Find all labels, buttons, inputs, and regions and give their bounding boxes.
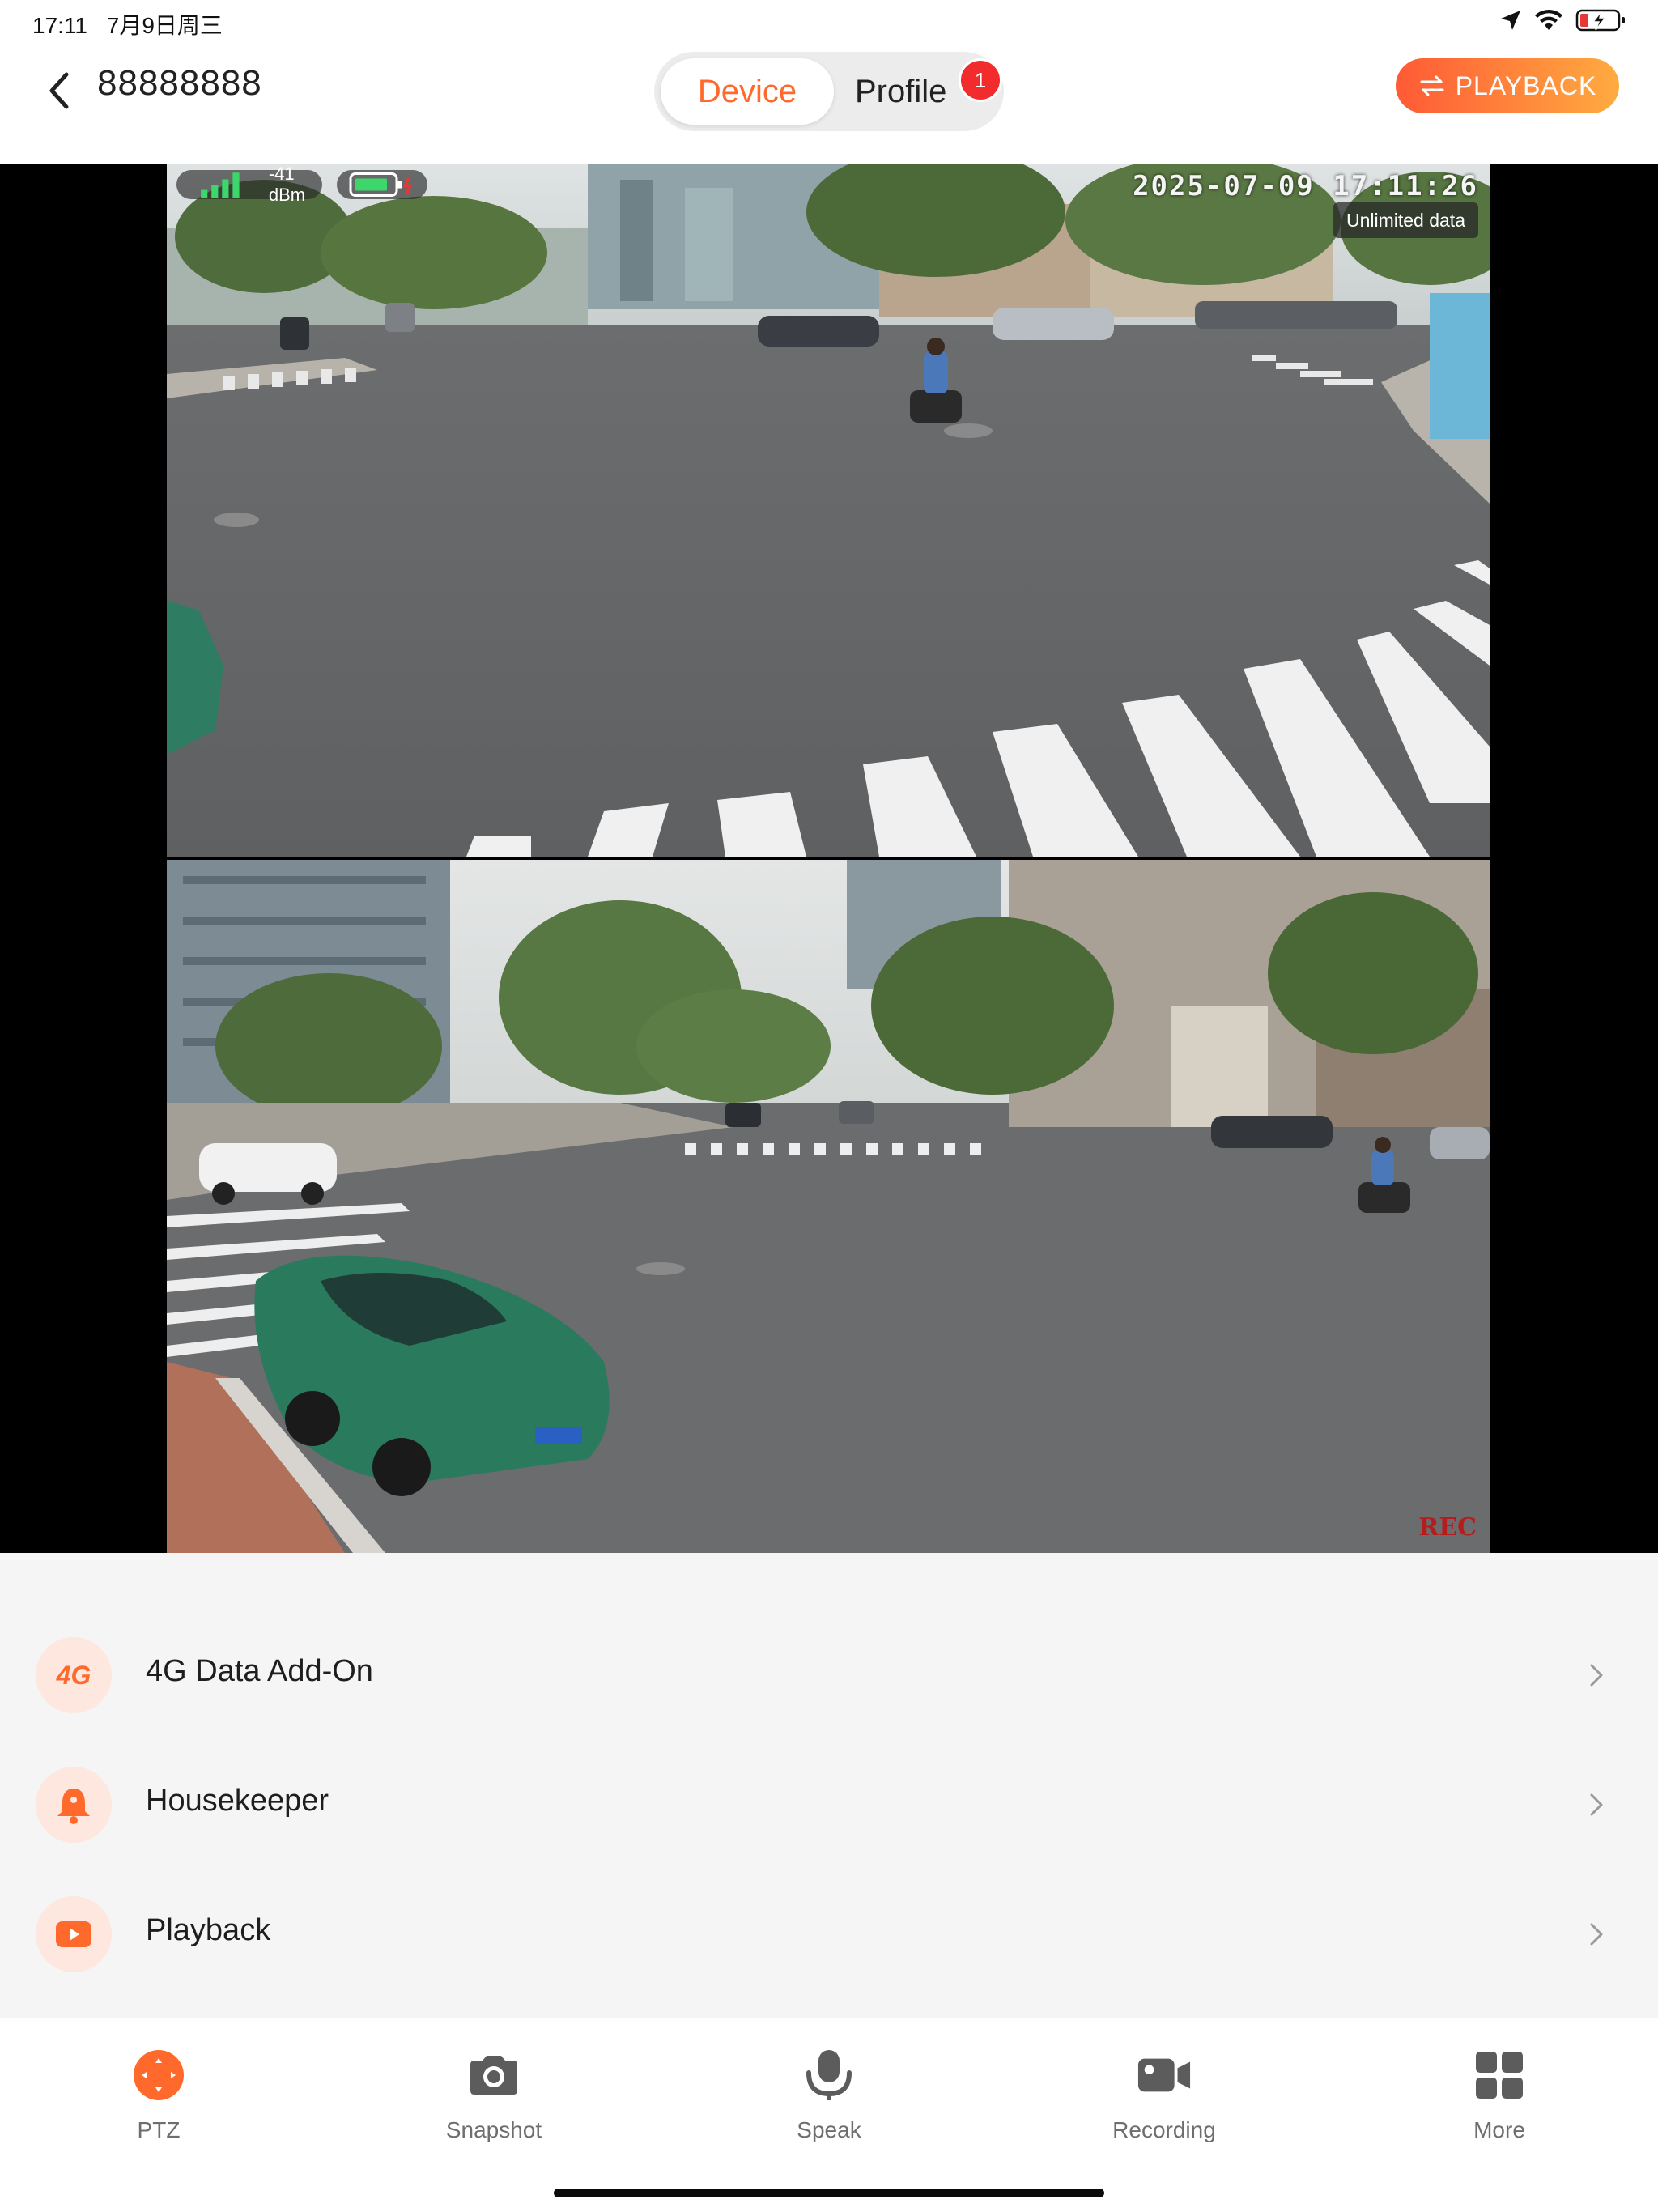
toolbar-label: PTZ bbox=[137, 2117, 181, 2142]
microphone-icon bbox=[801, 2048, 857, 2103]
profile-notification-badge: 1 bbox=[959, 58, 1002, 102]
toolbar-snapshot[interactable]: Snapshot bbox=[413, 2048, 575, 2169]
menu-item-housekeeper[interactable]: Housekeeper bbox=[0, 1740, 1658, 1870]
menu-item-label: 4G Data Add-On bbox=[146, 1654, 373, 1688]
live-video-area[interactable]: -41 dBm 2025-07-09 17:11:26 Unlimited da… bbox=[0, 164, 1658, 1553]
toolbar-label: Speak bbox=[797, 2117, 861, 2142]
bell-icon bbox=[36, 1767, 112, 1843]
menu-item-label: Playback bbox=[146, 1913, 271, 1947]
data-plan-badge: Unlimited data bbox=[1333, 202, 1478, 238]
camera-icon bbox=[466, 2048, 521, 2103]
device-name: 88888888 bbox=[97, 63, 262, 103]
toolbar-speak[interactable]: Speak bbox=[748, 2048, 910, 2169]
playback-button[interactable]: PLAYBACK bbox=[1396, 58, 1619, 113]
app-window: 17:11 7月9日周三 88888888 Device Profile 1 P… bbox=[0, 0, 1658, 2212]
video-camera-icon bbox=[1137, 2048, 1192, 2103]
status-time: 17:11 bbox=[32, 13, 87, 38]
street-scene-top bbox=[167, 164, 1490, 857]
status-time-date: 17:11 7月9日周三 bbox=[32, 8, 223, 40]
toolbar-label: Snapshot bbox=[445, 2117, 542, 2142]
play-icon bbox=[36, 1896, 112, 1972]
camera-battery-icon bbox=[349, 172, 413, 197]
location-arrow-icon bbox=[1501, 11, 1520, 30]
toolbar-label: Recording bbox=[1112, 2117, 1216, 2142]
chevron-right-icon bbox=[1590, 1923, 1603, 1946]
swap-arrows-icon bbox=[1420, 75, 1444, 96]
4g-icon-text: 4G bbox=[56, 1660, 91, 1690]
toolbar-ptz[interactable]: PTZ bbox=[78, 2048, 240, 2169]
toolbar-more[interactable]: More bbox=[1418, 2048, 1580, 2169]
header: 88888888 Device Profile 1 PLAYBACK bbox=[0, 45, 1658, 164]
back-arrow-icon[interactable] bbox=[40, 66, 79, 115]
camera-feed-bottom[interactable]: REC bbox=[167, 860, 1490, 1553]
grid-icon bbox=[1472, 2048, 1527, 2103]
device-menu-list: 4G 4G Data Add-On Housekeeper Playback bbox=[0, 1553, 1658, 2018]
playback-button-label: PLAYBACK bbox=[1455, 70, 1597, 100]
chevron-right-icon bbox=[1590, 1793, 1603, 1816]
status-bar: 17:11 7月9日周三 bbox=[0, 0, 1658, 45]
tab-device[interactable]: Device bbox=[661, 58, 834, 125]
4g-icon: 4G bbox=[36, 1637, 112, 1713]
ptz-icon bbox=[131, 2048, 186, 2103]
signal-indicator: -41 dBm bbox=[176, 164, 323, 205]
menu-item-label: Housekeeper bbox=[146, 1784, 329, 1818]
status-icons bbox=[1499, 8, 1627, 32]
toolbar-recording[interactable]: Recording bbox=[1083, 2048, 1245, 2169]
tab-switcher: Device Profile 1 bbox=[654, 52, 1004, 131]
toolbar-label: More bbox=[1473, 2117, 1525, 2142]
menu-item-playback[interactable]: Playback bbox=[0, 1870, 1658, 1999]
wifi-icon bbox=[1535, 9, 1562, 30]
bottom-toolbar: PTZ Snapshot Speak Recording More bbox=[0, 2018, 1658, 2212]
home-indicator[interactable] bbox=[554, 2189, 1104, 2197]
battery-charging-icon bbox=[1575, 9, 1625, 32]
signal-strength-icon bbox=[201, 172, 240, 198]
menu-item-4g-data[interactable]: 4G 4G Data Add-On bbox=[0, 1610, 1658, 1740]
status-date: 7月9日周三 bbox=[106, 13, 223, 38]
camera-battery-indicator bbox=[337, 170, 427, 199]
street-scene-bottom bbox=[167, 860, 1490, 1553]
video-timestamp: 2025-07-09 17:11:26 bbox=[1133, 170, 1478, 202]
camera-feed-top[interactable]: -41 dBm 2025-07-09 17:11:26 Unlimited da… bbox=[167, 164, 1490, 857]
recording-indicator: REC bbox=[1418, 1513, 1477, 1542]
signal-strength-value: -41 dBm bbox=[268, 164, 306, 205]
chevron-right-icon bbox=[1590, 1664, 1603, 1687]
